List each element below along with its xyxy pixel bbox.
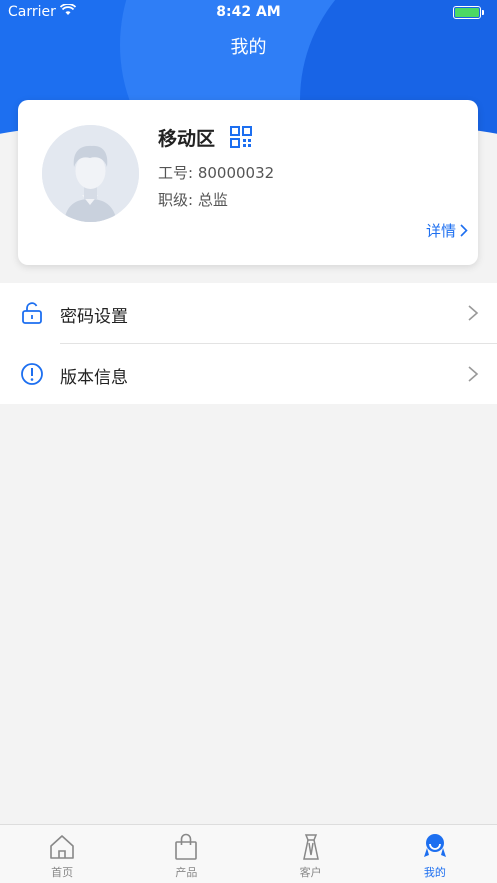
employee-id-value: 80000032 [197,164,275,182]
menu-item-label: 版本信息 [60,368,128,388]
rank-row: 职级: 总监 [158,189,228,210]
employee-id-label: 工号: [158,164,194,182]
profile-card: 移动区 工号: 80000032 职级: 总监 详情 [18,100,478,265]
battery-icon [453,6,484,19]
tab-products[interactable]: 产品 [124,825,248,883]
rank-label: 职级: [158,191,194,209]
rank-value: 总监 [197,191,228,209]
info-icon [21,363,43,385]
unlock-icon [22,302,42,324]
qr-code-icon[interactable] [230,126,252,148]
tab-label: 产品 [175,866,198,879]
tab-home[interactable]: 首页 [0,825,124,883]
detail-link[interactable]: 详情 [426,220,468,241]
user-icon [423,834,446,857]
customer-icon [302,834,319,860]
chevron-right-icon [468,305,479,321]
tab-label: 客户 [299,866,322,879]
menu-item-password-settings[interactable]: 密码设置 [0,283,497,343]
clock: 8:42 AM [216,4,281,20]
tab-bar: 首页 产品 客户 我的 [0,824,497,883]
person-avatar-icon [42,125,139,222]
page-title: 我的 [230,37,267,58]
settings-menu: 密码设置 版本信息 [0,283,497,404]
chevron-right-icon [460,224,468,237]
avatar [42,125,139,222]
tab-label: 我的 [423,866,446,879]
detail-label: 详情 [425,222,456,240]
profile-name: 移动区 [158,128,216,150]
bag-icon [175,833,198,860]
chevron-right-icon [468,366,479,382]
employee-id-row: 工号: 80000032 [158,162,274,183]
tab-mine[interactable]: 我的 [373,825,497,883]
tab-label: 首页 [51,866,74,879]
menu-item-label: 密码设置 [60,307,128,327]
status-bar: Carrier 8:42 AM [0,0,497,26]
home-icon [50,835,74,859]
menu-item-version-info[interactable]: 版本信息 [0,344,497,404]
tab-customers[interactable]: 客户 [249,825,373,883]
